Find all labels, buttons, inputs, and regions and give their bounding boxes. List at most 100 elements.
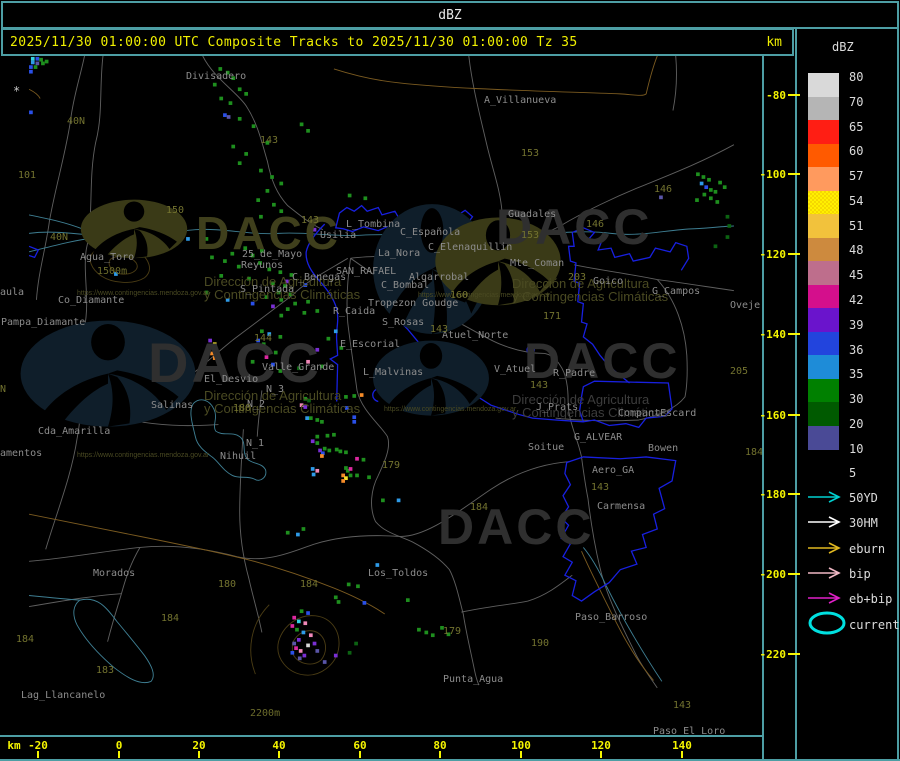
dbz-scale-value-51: 51: [849, 218, 864, 233]
map-bottom-border: [0, 735, 763, 737]
elevation-label: 2200m: [250, 708, 281, 719]
dbz-scale-swatch-48: [808, 237, 839, 262]
right-axis-tick: [788, 333, 800, 335]
road-number-label: 146: [586, 219, 605, 230]
road-number-label: 203: [568, 272, 587, 283]
right-axis-label--120: -120: [759, 248, 787, 261]
right-axis-label--140: -140: [759, 328, 787, 341]
legend-label-eb+bip: eb+bip: [849, 592, 893, 606]
right-axis-label--80: -80: [766, 89, 786, 102]
map-place-label: V_Atuel: [494, 364, 537, 375]
road-number-label: 184: [470, 502, 489, 513]
panel-left-border: [795, 28, 797, 761]
dbz-scale-value-48: 48: [849, 243, 864, 258]
legend-label-30HM: 30HM: [849, 516, 878, 531]
dbz-scale-value-30: 30: [849, 392, 864, 407]
road-number-label: 146: [654, 184, 673, 195]
map-place-label: Lag_Llancanelo: [21, 690, 106, 701]
right-axis-label--200: -200: [759, 568, 787, 581]
map-place-label: Soitue: [528, 442, 565, 453]
map-place-label: El_Desvio: [204, 374, 259, 385]
road-number-label: 180: [218, 579, 237, 590]
map-place-label: N_1: [246, 438, 265, 449]
road-number-label: 160: [450, 290, 469, 301]
road-number-label: 143: [430, 324, 449, 335]
road-number-label: 150: [166, 205, 185, 216]
map-place-label: Mte_Coman: [510, 258, 565, 269]
map-place-label: Goico: [593, 276, 624, 287]
bottom-axis-tick: [278, 751, 280, 758]
map-place-label: A_Villanueva: [484, 95, 557, 106]
map-place-label: Divisadero: [186, 71, 247, 82]
road-number-label: 143: [673, 700, 692, 711]
right-axis-label--100: -100: [759, 168, 787, 181]
elevation-label: 1500m: [97, 266, 128, 277]
map-place-label: La_Nora: [378, 248, 421, 259]
map-place-label: Reyunos: [241, 260, 284, 271]
dbz-scale-value-35: 35: [849, 367, 864, 382]
road-number-label: 183: [96, 665, 115, 676]
dbz-scale-swatch-70: [808, 96, 839, 121]
radar-app-window: dBZ 2025/11/30 01:00:00 UTC Composite Tr…: [0, 0, 900, 761]
right-axis-tick: [788, 94, 800, 96]
dbz-scale-value-60: 60: [849, 144, 864, 159]
dbz-scale-value-36: 36: [849, 342, 864, 357]
map-place-label: L_Malvinas: [363, 367, 424, 378]
right-axis-label--180: -180: [759, 488, 787, 501]
map-place-label: Guadales: [508, 209, 557, 220]
map-place-label: G_ALVEAR: [574, 432, 623, 443]
right-axis-tick: [788, 253, 800, 255]
dbz-scale-value-5: 5: [849, 466, 857, 481]
dbz-scale-value-39: 39: [849, 317, 864, 332]
bip-arrow-icon: [806, 566, 846, 580]
map-place-label: Paso_Barroso: [575, 612, 648, 623]
dbz-scale-swatch-80: [808, 73, 839, 98]
legend-label-50YD: 50YD: [849, 491, 878, 505]
map-place-label: R_Caida: [333, 306, 376, 317]
dbz-scale-value-42: 42: [849, 293, 864, 308]
bottom-axis-tick: [520, 751, 522, 758]
right-axis-label--220: -220: [759, 648, 787, 661]
map-place-label: Salinas: [151, 400, 194, 411]
road-number-label: 184: [16, 634, 35, 645]
map-place-label: Valle_Grande: [262, 362, 335, 373]
map-place-label: 25_de_Mayo: [242, 249, 303, 260]
dbz-scale-swatch-10: [808, 425, 839, 451]
map-place-label: Nihuil: [220, 451, 257, 462]
dbz-scale-swatch-39: [808, 308, 839, 333]
dbz-scale-swatch-42: [808, 284, 839, 309]
road-number-label: 179: [382, 460, 401, 471]
dbz-scale-swatch-57: [808, 167, 839, 192]
road-number-label: 153: [521, 148, 540, 159]
map-place-label: C_Española: [400, 227, 461, 238]
map-place-label: L_Tombina: [346, 219, 401, 230]
map-place-label: C_Bombal: [381, 280, 430, 291]
road-number-label: 184: [745, 447, 763, 458]
dbz-scale-value-20: 20: [849, 416, 864, 431]
road-number-label: 205: [730, 366, 749, 377]
dbz-scale-swatch-65: [808, 120, 839, 145]
dbz-scale-value-70: 70: [849, 94, 864, 109]
road-number-label: 143: [301, 215, 320, 226]
map-place-label: Carmensa: [597, 501, 646, 512]
road-number-label: 40N: [67, 116, 86, 127]
right-axis-tick: [788, 653, 800, 655]
map-place-label: Tropezon Goudge: [368, 298, 459, 309]
bottom-axis-tick: [37, 751, 39, 758]
50YD-arrow-icon: [806, 490, 846, 504]
map-place-label: E_Escorial: [340, 339, 401, 350]
map-label-layer: Divisadero A_Villanueva Guadales L_Tombina U…: [0, 0, 763, 735]
map-place-label: R_Padre: [553, 368, 596, 379]
map-place-label: Co_Diamante: [58, 295, 125, 306]
map-place-label: J_Prats: [536, 402, 579, 413]
dbz-scale-value-45: 45: [849, 268, 864, 283]
map-marker-asterisk: *: [13, 84, 21, 98]
right-axis-label--160: -160: [759, 409, 787, 422]
right-axis-tick: [788, 493, 800, 495]
dbz-scale-swatch-54: [808, 190, 839, 215]
legend-label-eburn: eburn: [849, 541, 886, 556]
30HM-arrow-icon: [806, 515, 846, 529]
map-place-label: SAN_RAFAEL: [336, 266, 397, 277]
dbz-scale-swatch-51: [808, 214, 839, 239]
dbz-scale-swatch-30: [808, 378, 839, 403]
